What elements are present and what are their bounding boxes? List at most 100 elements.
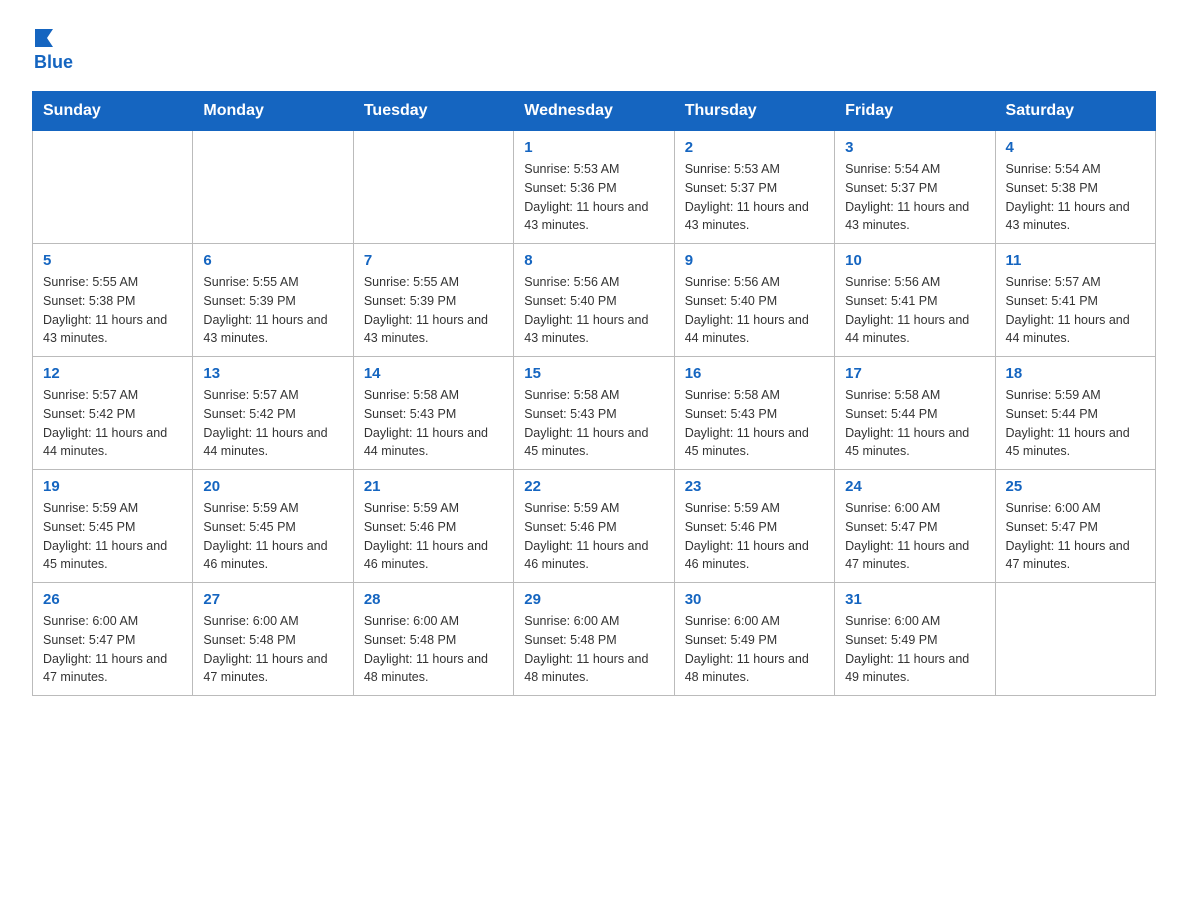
day-cell: 15 Sunrise: 5:58 AMSunset: 5:43 PMDayligh… bbox=[514, 357, 674, 470]
day-info: Sunrise: 5:56 AMSunset: 5:41 PMDaylight:… bbox=[845, 273, 984, 348]
day-number: 16 bbox=[685, 365, 824, 382]
day-cell: 17 Sunrise: 5:58 AMSunset: 5:44 PMDayligh… bbox=[835, 357, 995, 470]
day-info: Sunrise: 5:54 AMSunset: 5:37 PMDaylight:… bbox=[845, 160, 984, 235]
day-info: Sunrise: 5:59 AMSunset: 5:45 PMDaylight:… bbox=[43, 499, 182, 574]
day-cell: 31 Sunrise: 6:00 AMSunset: 5:49 PMDayligh… bbox=[835, 583, 995, 696]
col-header-saturday: Saturday bbox=[995, 92, 1155, 131]
day-cell: 3 Sunrise: 5:54 AMSunset: 5:37 PMDaylight… bbox=[835, 131, 995, 244]
day-info: Sunrise: 5:57 AMSunset: 5:42 PMDaylight:… bbox=[43, 386, 182, 461]
day-number: 21 bbox=[364, 478, 503, 495]
day-number: 2 bbox=[685, 139, 824, 156]
day-number: 3 bbox=[845, 139, 984, 156]
col-header-sunday: Sunday bbox=[33, 92, 193, 131]
day-info: Sunrise: 5:55 AMSunset: 5:39 PMDaylight:… bbox=[203, 273, 342, 348]
day-cell: 7Sunrise: 5:55 AMSunset: 5:39 PMDaylight… bbox=[353, 244, 513, 357]
day-info: Sunrise: 5:58 AMSunset: 5:44 PMDaylight:… bbox=[845, 386, 984, 461]
day-info: Sunrise: 5:59 AMSunset: 5:46 PMDaylight:… bbox=[524, 499, 663, 574]
day-number: 28 bbox=[364, 591, 503, 608]
day-info: Sunrise: 5:56 AMSunset: 5:40 PMDaylight:… bbox=[524, 273, 663, 348]
day-info: Sunrise: 6:00 AMSunset: 5:48 PMDaylight:… bbox=[524, 612, 663, 687]
week-row-2: 5Sunrise: 5:55 AMSunset: 5:38 PMDaylight… bbox=[33, 244, 1156, 357]
day-cell: 9 Sunrise: 5:56 AMSunset: 5:40 PMDaylight… bbox=[674, 244, 834, 357]
day-number: 15 bbox=[524, 365, 663, 382]
day-cell: 19 Sunrise: 5:59 AMSunset: 5:45 PMDayligh… bbox=[33, 470, 193, 583]
day-number: 9 bbox=[685, 252, 824, 269]
day-info: Sunrise: 5:55 AMSunset: 5:38 PMDaylight:… bbox=[43, 273, 182, 348]
day-cell: 16Sunrise: 5:58 AMSunset: 5:43 PMDayligh… bbox=[674, 357, 834, 470]
day-cell: 29 Sunrise: 6:00 AMSunset: 5:48 PMDayligh… bbox=[514, 583, 674, 696]
day-cell: 10 Sunrise: 5:56 AMSunset: 5:41 PMDayligh… bbox=[835, 244, 995, 357]
day-number: 31 bbox=[845, 591, 984, 608]
day-info: Sunrise: 5:57 AMSunset: 5:42 PMDaylight:… bbox=[203, 386, 342, 461]
day-cell: 11 Sunrise: 5:57 AMSunset: 5:41 PMDayligh… bbox=[995, 244, 1155, 357]
logo-flag-icon bbox=[33, 27, 55, 49]
day-number: 24 bbox=[845, 478, 984, 495]
day-number: 11 bbox=[1006, 252, 1145, 269]
day-cell bbox=[995, 583, 1155, 696]
day-cell bbox=[193, 131, 353, 244]
col-header-wednesday: Wednesday bbox=[514, 92, 674, 131]
day-number: 19 bbox=[43, 478, 182, 495]
day-info: Sunrise: 5:59 AMSunset: 5:46 PMDaylight:… bbox=[685, 499, 824, 574]
col-header-monday: Monday bbox=[193, 92, 353, 131]
day-number: 30 bbox=[685, 591, 824, 608]
day-info: Sunrise: 5:54 AMSunset: 5:38 PMDaylight:… bbox=[1006, 160, 1145, 235]
day-info: Sunrise: 5:56 AMSunset: 5:40 PMDaylight:… bbox=[685, 273, 824, 348]
calendar-header-row: SundayMondayTuesdayWednesdayThursdayFrid… bbox=[33, 92, 1156, 131]
day-info: Sunrise: 6:00 AMSunset: 5:49 PMDaylight:… bbox=[685, 612, 824, 687]
day-cell: 1 Sunrise: 5:53 AMSunset: 5:36 PMDaylight… bbox=[514, 131, 674, 244]
day-number: 22 bbox=[524, 478, 663, 495]
day-number: 20 bbox=[203, 478, 342, 495]
day-info: Sunrise: 5:53 AMSunset: 5:36 PMDaylight:… bbox=[524, 160, 663, 235]
day-cell: 30 Sunrise: 6:00 AMSunset: 5:49 PMDayligh… bbox=[674, 583, 834, 696]
day-cell: 18 Sunrise: 5:59 AMSunset: 5:44 PMDayligh… bbox=[995, 357, 1155, 470]
day-number: 13 bbox=[203, 365, 342, 382]
day-info: Sunrise: 5:58 AMSunset: 5:43 PMDaylight:… bbox=[524, 386, 663, 461]
day-cell: 6 Sunrise: 5:55 AMSunset: 5:39 PMDaylight… bbox=[193, 244, 353, 357]
calendar-table: SundayMondayTuesdayWednesdayThursdayFrid… bbox=[32, 91, 1156, 696]
day-info: Sunrise: 6:00 AMSunset: 5:49 PMDaylight:… bbox=[845, 612, 984, 687]
day-number: 10 bbox=[845, 252, 984, 269]
day-info: Sunrise: 6:00 AMSunset: 5:47 PMDaylight:… bbox=[1006, 499, 1145, 574]
day-info: Sunrise: 5:59 AMSunset: 5:44 PMDaylight:… bbox=[1006, 386, 1145, 461]
day-number: 29 bbox=[524, 591, 663, 608]
day-number: 4 bbox=[1006, 139, 1145, 156]
day-number: 23 bbox=[685, 478, 824, 495]
day-number: 27 bbox=[203, 591, 342, 608]
day-cell: 4 Sunrise: 5:54 AMSunset: 5:38 PMDaylight… bbox=[995, 131, 1155, 244]
day-cell bbox=[33, 131, 193, 244]
day-info: Sunrise: 6:00 AMSunset: 5:48 PMDaylight:… bbox=[203, 612, 342, 687]
day-number: 6 bbox=[203, 252, 342, 269]
day-info: Sunrise: 5:53 AMSunset: 5:37 PMDaylight:… bbox=[685, 160, 824, 235]
day-number: 26 bbox=[43, 591, 182, 608]
logo-subtitle: Blue bbox=[34, 52, 73, 73]
week-row-5: 26 Sunrise: 6:00 AMSunset: 5:47 PMDayligh… bbox=[33, 583, 1156, 696]
week-row-3: 12 Sunrise: 5:57 AMSunset: 5:42 PMDayligh… bbox=[33, 357, 1156, 470]
day-info: Sunrise: 5:55 AMSunset: 5:39 PMDaylight:… bbox=[364, 273, 503, 348]
day-number: 18 bbox=[1006, 365, 1145, 382]
day-cell: 28 Sunrise: 6:00 AMSunset: 5:48 PMDayligh… bbox=[353, 583, 513, 696]
page-header: Blue bbox=[32, 24, 1156, 73]
day-info: Sunrise: 5:59 AMSunset: 5:45 PMDaylight:… bbox=[203, 499, 342, 574]
week-row-1: 1 Sunrise: 5:53 AMSunset: 5:36 PMDaylight… bbox=[33, 131, 1156, 244]
day-cell: 14 Sunrise: 5:58 AMSunset: 5:43 PMDayligh… bbox=[353, 357, 513, 470]
day-cell: 13 Sunrise: 5:57 AMSunset: 5:42 PMDayligh… bbox=[193, 357, 353, 470]
day-cell: 21Sunrise: 5:59 AMSunset: 5:46 PMDayligh… bbox=[353, 470, 513, 583]
day-number: 14 bbox=[364, 365, 503, 382]
day-cell: 22 Sunrise: 5:59 AMSunset: 5:46 PMDayligh… bbox=[514, 470, 674, 583]
day-cell: 8 Sunrise: 5:56 AMSunset: 5:40 PMDaylight… bbox=[514, 244, 674, 357]
day-cell: 5Sunrise: 5:55 AMSunset: 5:38 PMDaylight… bbox=[33, 244, 193, 357]
day-cell: 27 Sunrise: 6:00 AMSunset: 5:48 PMDayligh… bbox=[193, 583, 353, 696]
day-number: 8 bbox=[524, 252, 663, 269]
day-number: 1 bbox=[524, 139, 663, 156]
day-number: 25 bbox=[1006, 478, 1145, 495]
day-cell: 23 Sunrise: 5:59 AMSunset: 5:46 PMDayligh… bbox=[674, 470, 834, 583]
day-info: Sunrise: 6:00 AMSunset: 5:48 PMDaylight:… bbox=[364, 612, 503, 687]
day-info: Sunrise: 6:00 AMSunset: 5:47 PMDaylight:… bbox=[43, 612, 182, 687]
day-number: 17 bbox=[845, 365, 984, 382]
day-info: Sunrise: 5:57 AMSunset: 5:41 PMDaylight:… bbox=[1006, 273, 1145, 348]
col-header-thursday: Thursday bbox=[674, 92, 834, 131]
day-info: Sunrise: 5:58 AMSunset: 5:43 PMDaylight:… bbox=[364, 386, 503, 461]
day-number: 12 bbox=[43, 365, 182, 382]
day-info: Sunrise: 6:00 AMSunset: 5:47 PMDaylight:… bbox=[845, 499, 984, 574]
